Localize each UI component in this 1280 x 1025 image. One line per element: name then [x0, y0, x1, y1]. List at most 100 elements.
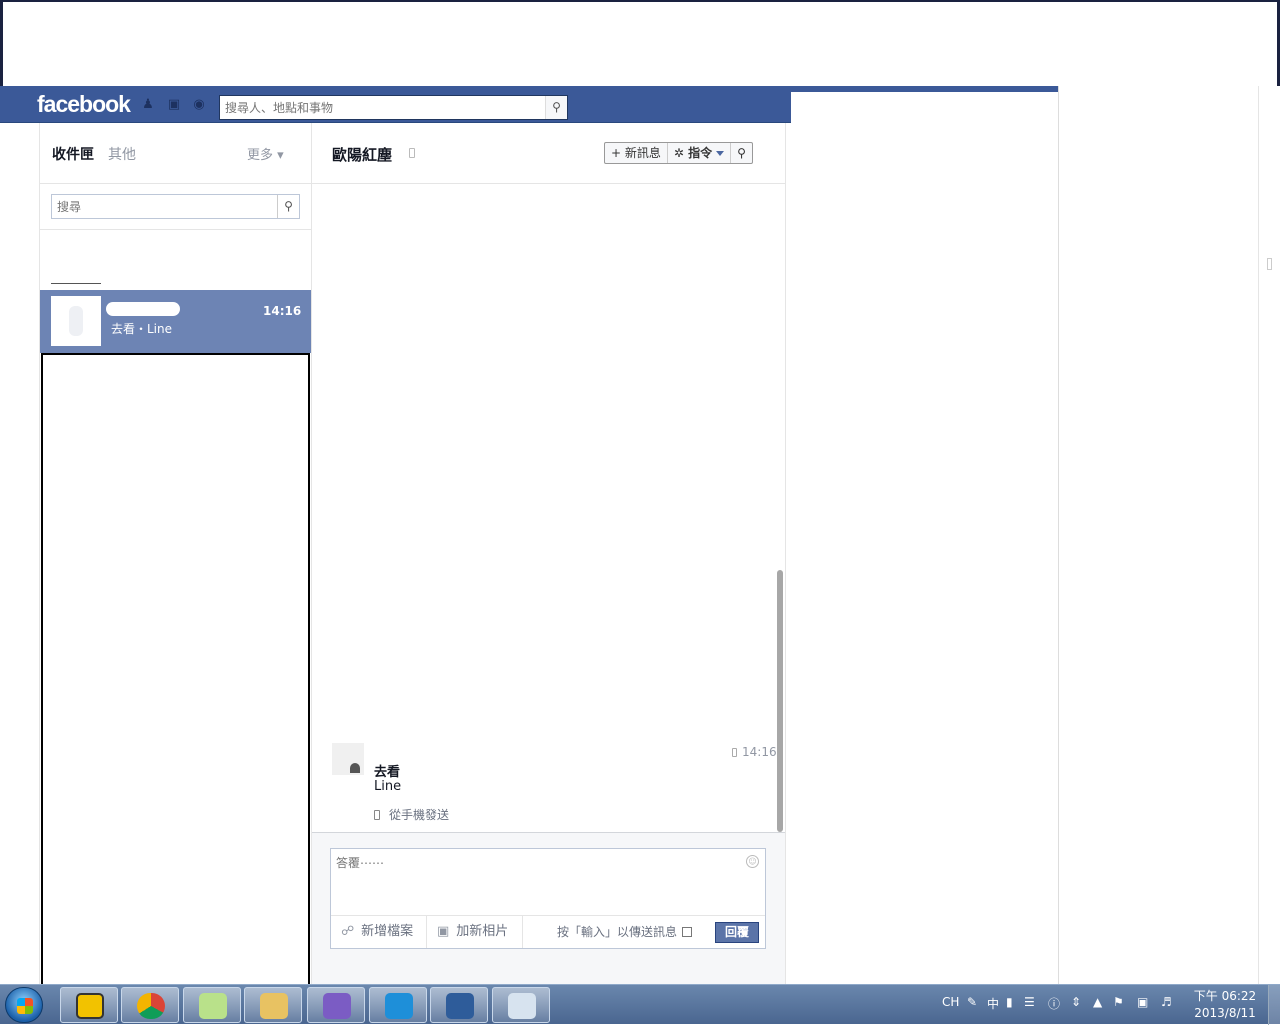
notifications-globe-icon[interactable]: ◉ [191, 98, 207, 112]
facebook-logo[interactable]: facebook [37, 91, 131, 118]
reply-composer: ☺ ☍ 新增檔案 ▣ 加新相片 按「輸入」以傳送訊息 回覆 [330, 848, 766, 949]
avatar-placeholder [69, 306, 83, 336]
chrome-icon [137, 993, 165, 1019]
message-time-text: 14:16 [742, 745, 777, 759]
app-icon [76, 993, 104, 1019]
avatar[interactable] [332, 743, 364, 775]
camera-icon: ▣ [437, 924, 450, 939]
ime-options-icon[interactable]: ☰ [1024, 995, 1035, 1009]
thread-timestamp: 14:16 [263, 304, 302, 318]
conversation-toolbar: + 新訊息 ✲ 指令 ⚲ [604, 142, 753, 164]
chevron-down-icon [716, 151, 725, 156]
search-icon[interactable]: ⚲ [545, 96, 567, 119]
messenger-icon [446, 993, 474, 1019]
sticky-notes-icon [199, 993, 227, 1019]
mobile-icon [732, 748, 737, 757]
facebook-search-box: ⚲ [219, 95, 568, 120]
enter-to-send-label: 按「輸入」以傳送訊息 [557, 925, 678, 939]
clock-time: 下午 06:22 [1193, 989, 1257, 1003]
mobile-icon [374, 810, 380, 820]
action-center-flag-icon[interactable]: ⚑ [1113, 995, 1124, 1009]
paint-icon [508, 993, 536, 1019]
messages-icon[interactable]: ▣ [166, 98, 182, 112]
message-timestamp: 14:16 [732, 745, 777, 759]
top-bar-extension [791, 86, 1058, 92]
enter-to-send-option[interactable]: 按「輸入」以傳送訊息 [557, 916, 693, 948]
avatar [51, 296, 101, 346]
composer-toolbar: ☍ 新增檔案 ▣ 加新相片 按「輸入」以傳送訊息 回覆 [331, 915, 765, 948]
actions-label: ✲ 指令 [673, 146, 713, 160]
message-source: 從手機發送 [374, 806, 449, 823]
taskbar-paint[interactable] [492, 987, 550, 1023]
mobile-icon [409, 148, 415, 158]
browser-top-area [0, 0, 1280, 86]
ime-fullwidth-icon[interactable]: ▮ [1006, 995, 1013, 1009]
taskbar-messenger[interactable] [430, 987, 488, 1023]
thread-snippet: 去看・Line [111, 322, 173, 336]
thread-search-input[interactable] [52, 195, 274, 218]
windows-taskbar: CH ✎ 中 ▮ ☰ ⓘ ⇕ ▲ ⚑ ▣ ♬ 下午 06:22 2013/8/1… [0, 984, 1280, 1025]
tray-settings-icon[interactable]: ⇕ [1071, 995, 1081, 1009]
message-source-text: 從手機發送 [389, 808, 450, 822]
search-conversation-button[interactable]: ⚲ [731, 143, 752, 163]
redacted-name [106, 302, 180, 316]
media-player-icon [323, 993, 351, 1019]
taskbar-app-6[interactable] [369, 987, 427, 1023]
friend-requests-icon[interactable]: ♟ [140, 98, 156, 112]
taskbar-app-5[interactable] [307, 987, 365, 1023]
folder-icon [260, 993, 288, 1019]
system-tray: CH ✎ 中 ▮ ☰ ⓘ ⇕ ▲ ⚑ ▣ ♬ [940, 985, 1190, 1025]
divider [51, 283, 101, 284]
show-desktop-button[interactable] [1268, 985, 1280, 1025]
new-message-button[interactable]: + 新訊息 [605, 143, 668, 163]
taskbar-chrome[interactable] [121, 987, 179, 1023]
help-icon[interactable]: ⓘ [1048, 995, 1060, 1012]
windows-logo-icon [17, 998, 33, 1014]
more-dropdown[interactable]: 更多 ▾ [247, 144, 284, 163]
conversation-pane: 歐陽紅塵 + 新訊息 ✲ 指令 ⚲ 14:16 去看 Line 從手機發送 ☺ … [311, 123, 786, 985]
paperclip-icon: ☍ [341, 924, 355, 939]
add-photo-label: 加新相片 [456, 924, 509, 939]
actions-dropdown[interactable]: ✲ 指令 [668, 143, 732, 163]
avatar-placeholder [350, 763, 360, 773]
message-text-line2: Line [374, 779, 402, 794]
page-scrollbar[interactable] [1258, 86, 1280, 984]
add-file-button[interactable]: ☍ 新增檔案 [331, 916, 427, 948]
inbox-header: 收件匣 其他 更多 ▾ [40, 123, 312, 184]
message-item: 14:16 去看 Line 從手機發送 [312, 733, 785, 833]
volume-icon[interactable]: ♬ [1161, 995, 1172, 1009]
k-app-icon [385, 993, 413, 1019]
ime-icon[interactable]: ✎ [967, 995, 977, 1009]
message-text-line1: 去看 [374, 765, 401, 780]
thread-search-box: ⚲ [51, 194, 300, 219]
start-button[interactable] [5, 987, 43, 1023]
facebook-search-input[interactable] [220, 96, 545, 119]
conversation-title: 歐陽紅塵 [332, 146, 393, 164]
search-icon: ⚲ [737, 146, 746, 160]
divider [40, 229, 312, 230]
reply-input[interactable] [331, 849, 741, 913]
taskbar-explorer[interactable] [244, 987, 302, 1023]
composer-area: ☺ ☍ 新增檔案 ▣ 加新相片 按「輸入」以傳送訊息 回覆 [312, 832, 785, 985]
tab-inbox[interactable]: 收件匣 [52, 144, 94, 164]
search-icon[interactable]: ⚲ [277, 195, 299, 218]
empty-thread-area [41, 353, 310, 986]
taskbar-app-3[interactable] [183, 987, 241, 1023]
ime-mode[interactable]: 中 [987, 995, 999, 1012]
clock-date: 2013/8/11 [1194, 1006, 1256, 1020]
show-hidden-icons-icon[interactable]: ▲ [1093, 995, 1102, 1009]
emoticon-icon[interactable]: ☺ [746, 855, 759, 868]
system-clock[interactable]: 下午 06:22 2013/8/11 [1190, 988, 1260, 1022]
thread-list-pane: 收件匣 其他 更多 ▾ ⚲ 去看・Line 14:16 [39, 123, 312, 986]
tab-other[interactable]: 其他 [108, 144, 136, 164]
right-blank-area [1058, 86, 1280, 984]
network-icon[interactable]: ▣ [1137, 995, 1148, 1009]
add-photo-button[interactable]: ▣ 加新相片 [427, 916, 523, 948]
enter-to-send-checkbox[interactable] [682, 927, 693, 937]
reply-button[interactable]: 回覆 [715, 922, 759, 943]
scrollbar-thumb[interactable] [1267, 258, 1272, 270]
language-indicator[interactable]: CH [942, 995, 959, 1009]
add-file-label: 新增檔案 [361, 924, 414, 939]
taskbar-app-1[interactable] [60, 987, 118, 1023]
thread-item-selected[interactable]: 去看・Line 14:16 [40, 290, 311, 353]
